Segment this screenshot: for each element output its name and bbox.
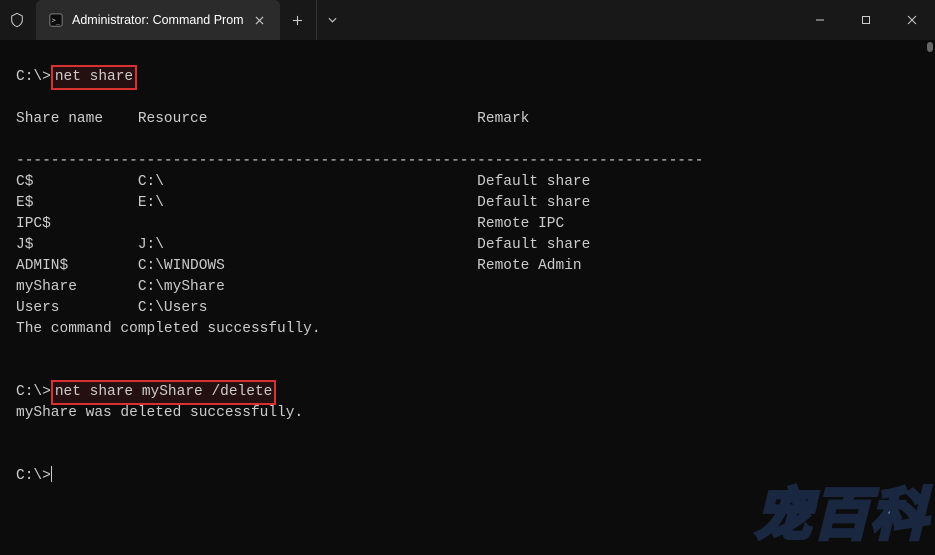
share-row: Users C:\Users: [16, 300, 477, 316]
share-row: J$ J:\ Default share: [16, 237, 590, 253]
minimize-button[interactable]: [797, 0, 843, 40]
close-window-button[interactable]: [889, 0, 935, 40]
active-tab[interactable]: >_ Administrator: Command Prom: [36, 0, 280, 40]
status-message: The command completed successfully.: [16, 321, 321, 337]
shield-icon: [8, 11, 26, 29]
svg-text:>_: >_: [52, 17, 61, 25]
status-message: myShare was deleted successfully.: [16, 405, 303, 421]
tab-title: Administrator: Command Prom: [72, 13, 244, 27]
text-cursor: [51, 466, 52, 482]
new-tab-button[interactable]: [280, 0, 316, 40]
share-row: E$ E:\ Default share: [16, 195, 590, 211]
titlebar-left: >_ Administrator: Command Prom: [0, 0, 348, 40]
command-highlight: net share: [51, 65, 137, 90]
share-row: IPC$ Remote IPC: [16, 216, 564, 232]
command-highlight: net share myShare /delete: [51, 380, 277, 405]
window-controls: [797, 0, 935, 40]
prompt: C:\>: [16, 69, 51, 85]
tab-dropdown-button[interactable]: [316, 0, 348, 40]
terminal-output[interactable]: C:\>net share Share name Resource Remark…: [0, 40, 935, 555]
share-row: ADMIN$ C:\WINDOWS Remote Admin: [16, 258, 582, 274]
prompt: C:\>: [16, 468, 51, 484]
maximize-button[interactable]: [843, 0, 889, 40]
cmd-icon: >_: [48, 12, 64, 28]
share-row: C$ C:\ Default share: [16, 174, 590, 190]
prompt: C:\>: [16, 384, 51, 400]
share-row: myShare C:\myShare: [16, 279, 477, 295]
tab-close-button[interactable]: [252, 12, 268, 28]
titlebar: >_ Administrator: Command Prom: [0, 0, 935, 40]
column-header: Share name Resource Remark: [16, 111, 529, 127]
divider: ----------------------------------------…: [16, 153, 703, 169]
